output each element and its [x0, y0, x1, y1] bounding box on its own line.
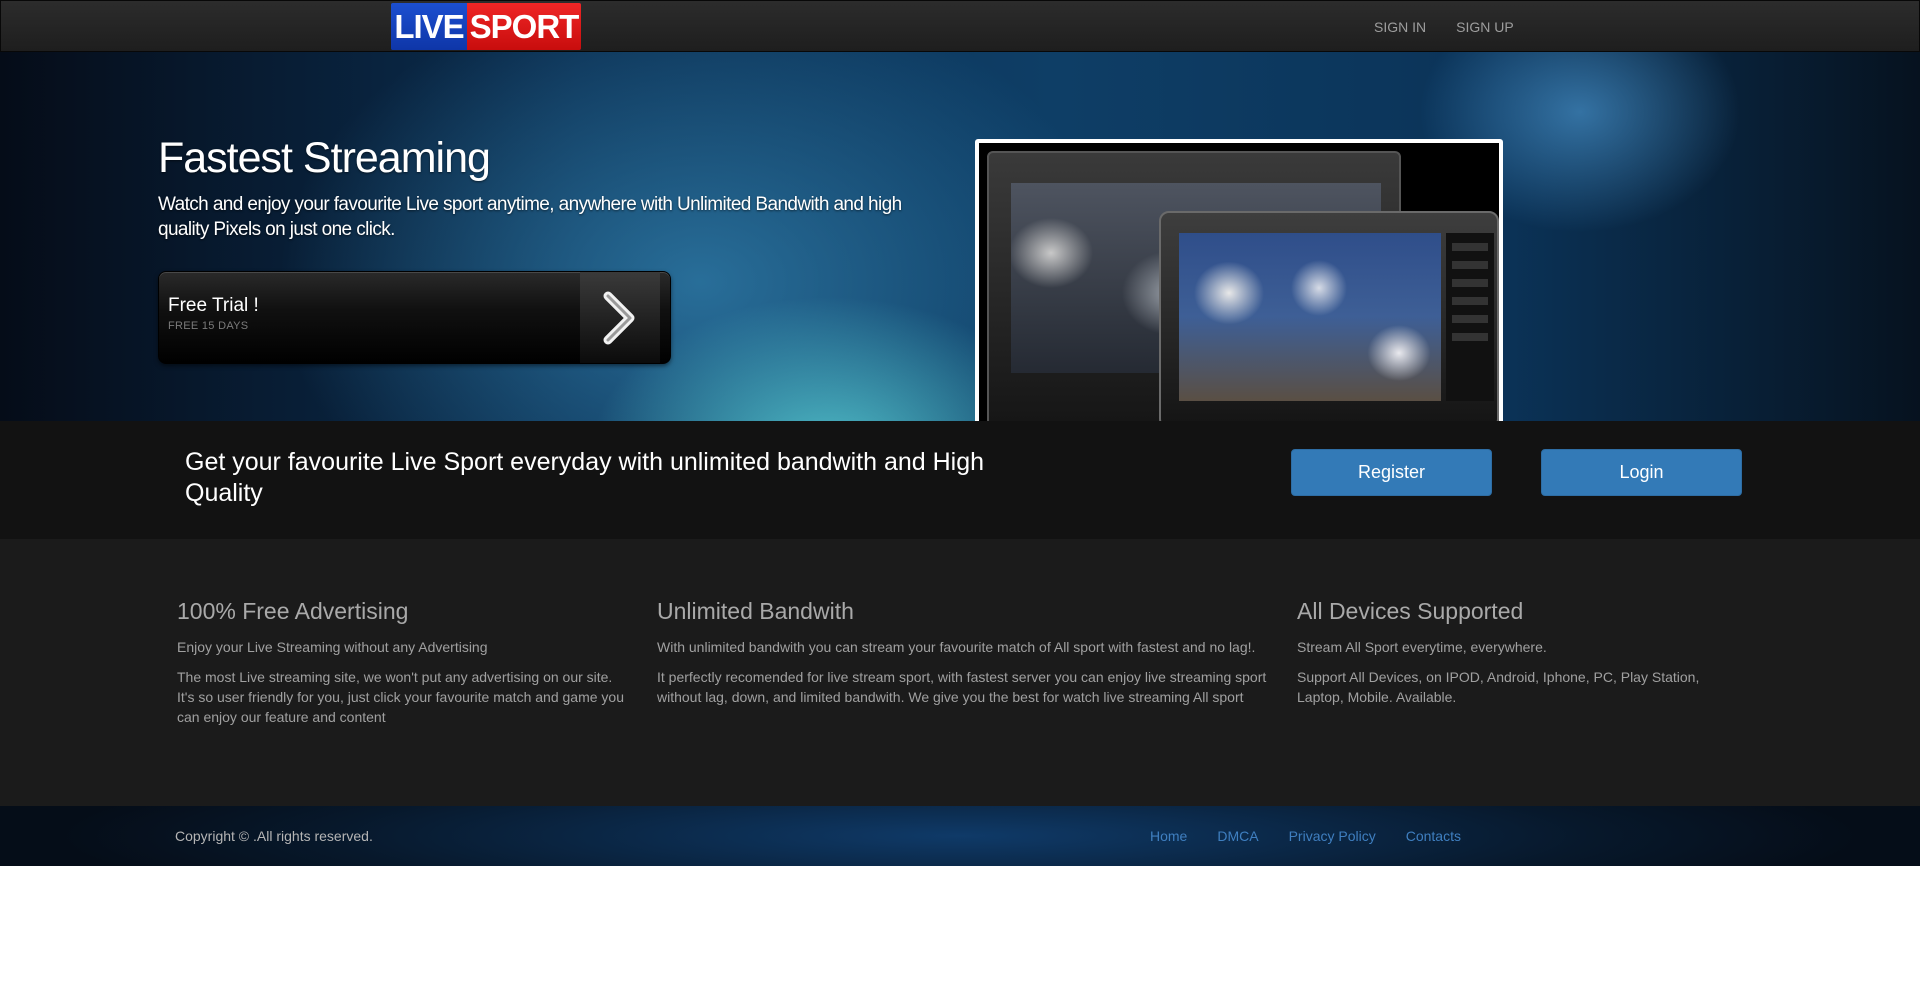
logo-sport-text: SPORT — [467, 3, 581, 50]
feature-free-advertising: 100% Free Advertising Enjoy your Live St… — [177, 598, 632, 737]
tablet-side-panel — [1446, 233, 1494, 401]
feature-title: 100% Free Advertising — [177, 598, 409, 624]
feature-description: It perfectly recomended for live stream … — [657, 669, 1267, 705]
hero-banner: Fastest Streaming Watch and enjoy your f… — [0, 52, 1920, 438]
sign-in-link[interactable]: SIGN IN — [1359, 1, 1441, 53]
free-trial-subtitle: FREE 15 DAYS — [168, 320, 249, 332]
cta-headline: Get your favourite Live Sport everyday w… — [185, 448, 985, 507]
features-section: 100% Free Advertising Enjoy your Live St… — [0, 539, 1920, 806]
sign-up-link[interactable]: SIGN UP — [1441, 1, 1529, 53]
feature-description: The most Live streaming site, we won't p… — [177, 669, 624, 725]
feature-all-devices: All Devices Supported Stream All Sport e… — [1297, 598, 1727, 717]
feature-summary: Enjoy your Live Streaming without any Ad… — [177, 639, 488, 655]
top-navbar: LIVE SPORT SIGN IN SIGN UP — [0, 0, 1920, 52]
feature-summary: Stream All Sport everytime, everywhere. — [1297, 639, 1547, 655]
nav-links: SIGN IN SIGN UP — [1359, 1, 1529, 53]
footer-link-privacy-policy[interactable]: Privacy Policy — [1289, 828, 1376, 844]
feature-summary: With unlimited bandwith you can stream y… — [657, 639, 1256, 655]
devices-picture — [979, 143, 1499, 434]
feature-title: Unlimited Bandwith — [657, 598, 854, 624]
site-footer: Copyright © .All rights reserved. Home D… — [0, 806, 1920, 866]
feature-description: Support All Devices, on IPOD, Android, I… — [1297, 669, 1700, 705]
hero-subtitle: Watch and enjoy your favourite Live spor… — [158, 194, 902, 240]
chevron-right-icon — [580, 272, 660, 363]
livesport-logo[interactable]: LIVE SPORT — [391, 3, 581, 50]
tablet-illustration — [1159, 211, 1499, 429]
logo-live-text: LIVE — [391, 3, 467, 50]
hero-device-image — [975, 139, 1503, 438]
footer-link-home[interactable]: Home — [1150, 828, 1187, 844]
free-trial-button[interactable]: Free Trial ! FREE 15 DAYS — [158, 271, 671, 364]
footer-links: Home DMCA Privacy Policy Contacts — [1150, 828, 1491, 844]
footer-link-dmca[interactable]: DMCA — [1217, 828, 1258, 844]
register-button[interactable]: Register — [1291, 449, 1492, 496]
login-button[interactable]: Login — [1541, 449, 1742, 496]
tablet-screen — [1179, 233, 1441, 401]
feature-title: All Devices Supported — [1297, 598, 1524, 624]
feature-unlimited-bandwith: Unlimited Bandwith With unlimited bandwi… — [657, 598, 1272, 717]
copyright-text: Copyright © .All rights reserved. — [175, 828, 373, 844]
free-trial-title: Free Trial ! — [168, 295, 259, 316]
cta-band: Get your favourite Live Sport everyday w… — [0, 421, 1920, 539]
hero-title: Fastest Streaming — [158, 134, 491, 182]
footer-link-contacts[interactable]: Contacts — [1406, 828, 1461, 844]
